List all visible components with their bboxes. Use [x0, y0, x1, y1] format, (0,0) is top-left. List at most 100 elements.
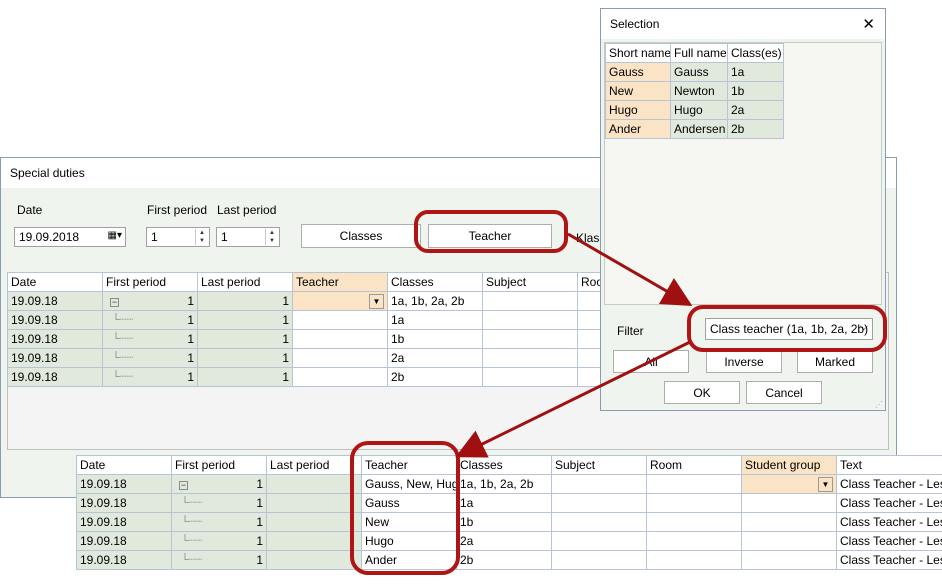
cell-first-value: 1 [256, 496, 263, 510]
last-period-stepper[interactable]: 1 ▲ ▼ [216, 227, 280, 247]
classes-button[interactable]: Classes [301, 224, 421, 248]
teacher-button[interactable]: Teacher [428, 224, 552, 248]
cell-last-period: 1 [197, 310, 293, 330]
cell-first-period: └┈┈ 1 [102, 348, 198, 368]
cell-classes: 2a [387, 348, 483, 368]
cell-last-period: 1 [197, 291, 293, 311]
cancel-button[interactable]: Cancel [746, 381, 822, 404]
table-row[interactable]: 19.09.18 └┈┈ 1 Hugo 2a Class Teacher - Le… [76, 531, 942, 551]
cell-teacher[interactable]: Gauss [361, 493, 457, 513]
col-text[interactable]: Text [836, 455, 942, 475]
chevron-down-icon[interactable]: ▼ [818, 477, 833, 492]
close-icon[interactable]: ✕ [862, 15, 875, 33]
cell-student-group [741, 550, 837, 570]
col-date[interactable]: Date [76, 455, 172, 475]
col-date[interactable]: Date [7, 272, 103, 292]
cell-first-period: └┈┈ 1 [171, 493, 267, 513]
cell-classes: 2b [727, 119, 784, 139]
tree-line-icon: └┈┈ [175, 554, 203, 566]
cell-last-period [266, 512, 362, 532]
tree-line-icon: └┈┈ [175, 516, 203, 528]
marked-button[interactable]: Marked [797, 350, 873, 373]
student-group-dropdown[interactable]: ▼ [741, 474, 837, 494]
col-last-period[interactable]: Last period [197, 272, 293, 292]
cell-first-value: 1 [256, 515, 263, 529]
cell-text: Class Teacher - Les [836, 512, 942, 532]
cell-text: Class Teacher - Les [836, 493, 942, 513]
cell-date: 19.09.18 [76, 550, 172, 570]
table-row[interactable]: 19.09.18 −1 Gauss, New, Hugo 1a, 1b, 2a,… [76, 474, 942, 494]
cell-text: Class Teacher - Les [836, 531, 942, 551]
cell-classes: 2b [456, 550, 552, 570]
list-item[interactable]: Hugo Hugo 2a [605, 100, 784, 120]
ok-button[interactable]: OK [664, 381, 740, 404]
cell-teacher[interactable] [292, 329, 388, 349]
collapse-icon[interactable]: − [179, 481, 188, 490]
col-teacher[interactable]: Teacher [292, 272, 388, 292]
all-button[interactable]: All [613, 350, 689, 373]
col-student-group[interactable]: Student group [741, 455, 837, 475]
col-classes[interactable]: Classes [387, 272, 483, 292]
table-row[interactable]: 19.09.18 └┈┈ 1 Gauss 1a Class Teacher - L… [76, 493, 942, 513]
cell-teacher[interactable] [292, 310, 388, 330]
cell-last-period: 1 [197, 348, 293, 368]
col-last-period[interactable]: Last period [266, 455, 362, 475]
col-teacher[interactable]: Teacher [361, 455, 457, 475]
cell-date: 19.09.18 [7, 291, 103, 311]
table-row[interactable]: 19.09.18 −1 1 ▼ 1a, 1b, 2a, 2b [7, 291, 608, 311]
table-row[interactable]: 19.09.18 └┈┈ 1 1 2b [7, 367, 608, 387]
cell-classes: 1b [456, 512, 552, 532]
col-room[interactable]: Room [646, 455, 742, 475]
cell-classes: 1a, 1b, 2a, 2b [456, 474, 552, 494]
chevron-down-icon[interactable]: ▼ [369, 294, 384, 309]
result-header-row: Date First period Last period Teacher Cl… [76, 455, 942, 475]
tree-line-icon: └┈┈ [106, 333, 134, 345]
cell-teacher[interactable]: Gauss, New, Hugo [361, 474, 457, 494]
cell-date: 19.09.18 [7, 329, 103, 349]
collapse-icon[interactable]: − [110, 298, 119, 307]
cell-date: 19.09.18 [7, 310, 103, 330]
cell-first-value: 1 [187, 351, 194, 365]
table-row[interactable]: 19.09.18 └┈┈ 1 New 1b Class Teacher - Les [76, 512, 942, 532]
selection-title: Selection [610, 17, 660, 31]
cell-text: Class Teacher - Les [836, 550, 942, 570]
filter-label: Filter [617, 324, 644, 338]
col-subject[interactable]: Subject [482, 272, 578, 292]
cell-teacher[interactable] [292, 367, 388, 387]
cell-first-period: └┈┈ 1 [102, 367, 198, 387]
last-period-spin-icon[interactable]: ▲ ▼ [265, 229, 278, 245]
inverse-button[interactable]: Inverse [706, 350, 782, 373]
list-item[interactable]: Gauss Gauss 1a [605, 62, 784, 82]
col-first-period[interactable]: First period [171, 455, 267, 475]
first-period-stepper[interactable]: 1 ▲ ▼ [146, 227, 210, 247]
col-full-name[interactable]: Full name [670, 43, 728, 63]
chevron-down-icon[interactable]: ⌵ [860, 321, 868, 334]
table-row[interactable]: 19.09.18 └┈┈ 1 Ander 2b Class Teacher - L… [76, 550, 942, 570]
table-row[interactable]: 19.09.18 └┈┈ 1 1 1b [7, 329, 608, 349]
table-row[interactable]: 19.09.18 └┈┈ 1 1 2a [7, 348, 608, 368]
filter-dropdown[interactable]: Class teacher (1a, 1b, 2a, 2b) ⌵ [705, 318, 873, 340]
cell-first-value: 1 [256, 534, 263, 548]
col-classes[interactable]: Class(es) [727, 43, 784, 63]
cell-teacher[interactable]: New [361, 512, 457, 532]
cell-teacher-dropdown[interactable]: ▼ [292, 291, 388, 311]
cell-room [646, 512, 742, 532]
cell-subject [482, 367, 578, 387]
cell-teacher[interactable]: Ander [361, 550, 457, 570]
col-subject[interactable]: Subject [551, 455, 647, 475]
col-classes[interactable]: Classes [456, 455, 552, 475]
table-row[interactable]: 19.09.18 └┈┈ 1 1 1a [7, 310, 608, 330]
cell-first-period: └┈┈ 1 [171, 550, 267, 570]
cell-short-name: Hugo [605, 100, 671, 120]
cell-teacher[interactable]: Hugo [361, 531, 457, 551]
cell-teacher[interactable] [292, 348, 388, 368]
cell-room [646, 493, 742, 513]
col-first-period[interactable]: First period [102, 272, 198, 292]
date-field[interactable]: 19.09.2018 ▦▾ [14, 227, 126, 247]
list-item[interactable]: Ander Andersen 2b [605, 119, 784, 139]
col-short-name[interactable]: Short name [605, 43, 671, 63]
list-item[interactable]: New Newton 1b [605, 81, 784, 101]
first-period-spin-icon[interactable]: ▲ ▼ [195, 229, 208, 245]
calendar-dropdown-icon[interactable]: ▦▾ [108, 230, 122, 241]
resize-grip-icon[interactable]: ⋰ [875, 400, 883, 409]
